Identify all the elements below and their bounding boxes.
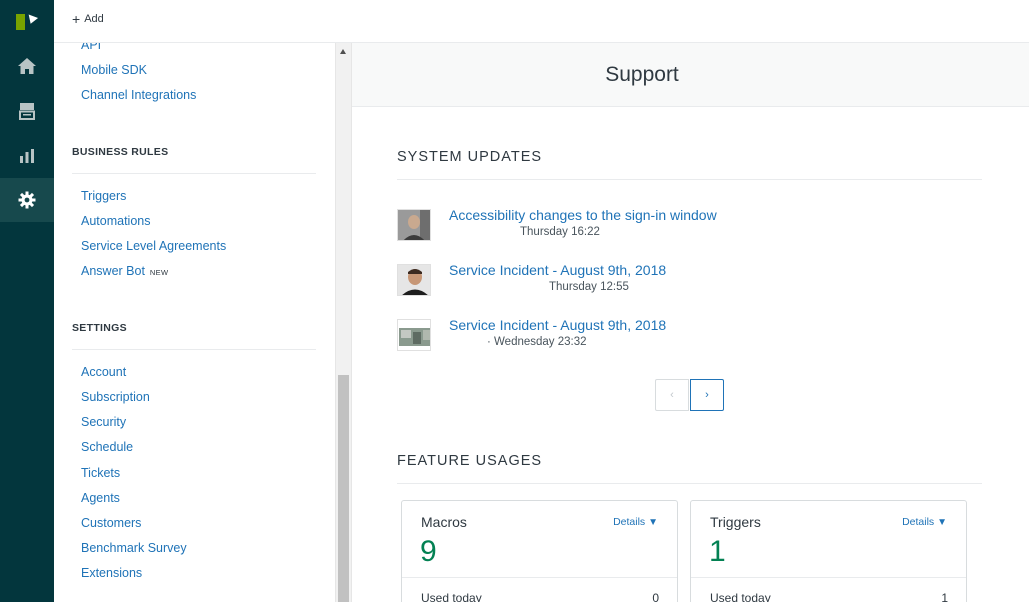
scrollbar-thumb[interactable] bbox=[338, 375, 349, 602]
home-icon bbox=[18, 58, 36, 74]
page-title: Support bbox=[605, 63, 679, 86]
feature-card-name: Triggers bbox=[710, 514, 761, 530]
add-button-label: Add bbox=[84, 13, 104, 25]
business-rules-divider bbox=[72, 173, 316, 174]
views-nav[interactable] bbox=[0, 89, 54, 133]
sidebar-item-customers[interactable]: Customers bbox=[81, 516, 141, 530]
top-bar: + Add bbox=[54, 0, 1029, 43]
settings-heading: SETTINGS bbox=[72, 322, 127, 334]
next-page-button[interactable]: › bbox=[690, 379, 724, 411]
zendesk-logo-icon[interactable] bbox=[14, 10, 40, 32]
sidebar-item-schedule[interactable]: Schedule bbox=[81, 440, 133, 454]
business-rules-heading: BUSINESS RULES bbox=[72, 146, 169, 158]
details-label: Details bbox=[902, 516, 935, 528]
sidebar-item-triggers[interactable]: Triggers bbox=[81, 189, 126, 203]
updates-pager: ‹ › bbox=[655, 379, 724, 411]
sidebar-item-benchmark-survey[interactable]: Benchmark Survey bbox=[81, 541, 187, 555]
system-updates-divider bbox=[397, 179, 982, 180]
used-today-value: 0 bbox=[652, 591, 659, 602]
update-item[interactable]: Service Incident - August 9th, 2018 · We… bbox=[397, 317, 957, 357]
feature-card-macros: Macros Details ▼ 9 Used today 0 bbox=[401, 500, 678, 602]
feature-card-name: Macros bbox=[421, 514, 467, 530]
update-title-link[interactable]: Service Incident - August 9th, 2018 bbox=[449, 262, 666, 278]
used-today-label: Used today bbox=[710, 591, 771, 602]
feature-usages-heading: FEATURE USAGES bbox=[397, 453, 543, 469]
used-today-label: Used today bbox=[421, 591, 482, 602]
update-timestamp: Thursday 12:55 bbox=[549, 281, 629, 293]
details-dropdown[interactable]: Details ▼ bbox=[902, 516, 947, 528]
product-rail bbox=[0, 0, 54, 602]
sidebar-item-agents[interactable]: Agents bbox=[81, 491, 120, 505]
used-today-value: 1 bbox=[941, 591, 948, 602]
sidebar-item-mobile-sdk[interactable]: Mobile SDK bbox=[81, 63, 147, 77]
main-content: Support SYSTEM UPDATES Accessibility cha… bbox=[352, 43, 1029, 602]
card-divider bbox=[691, 577, 966, 578]
sidebar-item-api[interactable]: API bbox=[81, 43, 101, 52]
sidebar-scrollbar[interactable] bbox=[335, 43, 351, 602]
sidebar-item-security[interactable]: Security bbox=[81, 415, 126, 429]
system-updates-heading: SYSTEM UPDATES bbox=[397, 149, 543, 165]
sidebar-item-tickets[interactable]: Tickets bbox=[81, 466, 120, 480]
avatar bbox=[397, 209, 431, 241]
page-header: Support bbox=[352, 43, 1029, 107]
update-item[interactable]: Service Incident - August 9th, 2018 Thur… bbox=[397, 262, 957, 302]
feature-card-triggers: Triggers Details ▼ 1 Used today 1 bbox=[690, 500, 967, 602]
new-badge: NEW bbox=[149, 268, 169, 277]
avatar bbox=[397, 264, 431, 296]
update-item[interactable]: Accessibility changes to the sign-in win… bbox=[397, 207, 957, 247]
update-title-link[interactable]: Service Incident - August 9th, 2018 bbox=[449, 317, 666, 333]
home-nav[interactable] bbox=[0, 44, 54, 88]
scroll-up-arrow-icon[interactable] bbox=[340, 49, 346, 54]
prev-page-button[interactable]: ‹ bbox=[655, 379, 689, 411]
sidebar-item-extensions[interactable]: Extensions bbox=[81, 566, 142, 580]
card-divider bbox=[402, 577, 677, 578]
sidebar-item-automations[interactable]: Automations bbox=[81, 214, 150, 228]
settings-divider bbox=[72, 349, 316, 350]
sidebar-item-sla[interactable]: Service Level Agreements bbox=[81, 239, 226, 253]
caret-down-icon: ▼ bbox=[648, 517, 658, 528]
details-dropdown[interactable]: Details ▼ bbox=[613, 516, 658, 528]
sidebar-item-account[interactable]: Account bbox=[81, 365, 126, 379]
sidebar-item-answer-bot[interactable]: Answer Bot NEW bbox=[81, 264, 168, 278]
admin-sidebar: API Mobile SDK Channel Integrations BUSI… bbox=[54, 43, 335, 602]
feature-usages-divider bbox=[397, 483, 982, 484]
caret-down-icon: ▼ bbox=[937, 517, 947, 528]
sidebar-item-subscription[interactable]: Subscription bbox=[81, 390, 150, 404]
add-button[interactable]: + Add bbox=[72, 11, 104, 27]
admin-nav[interactable] bbox=[0, 178, 54, 222]
update-timestamp: · Wednesday 23:32 bbox=[487, 336, 587, 348]
gear-icon bbox=[18, 191, 36, 209]
feature-count: 1 bbox=[709, 535, 726, 568]
reporting-nav[interactable] bbox=[0, 134, 54, 178]
sidebar-item-label: Answer Bot bbox=[81, 264, 145, 278]
update-title-link[interactable]: Accessibility changes to the sign-in win… bbox=[449, 207, 717, 223]
update-timestamp: Thursday 16:22 bbox=[520, 226, 600, 238]
sidebar-item-channel-integrations[interactable]: Channel Integrations bbox=[81, 88, 196, 102]
feature-count: 9 bbox=[420, 535, 437, 568]
reporting-icon bbox=[20, 149, 34, 163]
views-icon bbox=[19, 103, 35, 120]
details-label: Details bbox=[613, 516, 646, 528]
avatar bbox=[397, 319, 431, 351]
plus-icon: + bbox=[72, 11, 81, 27]
